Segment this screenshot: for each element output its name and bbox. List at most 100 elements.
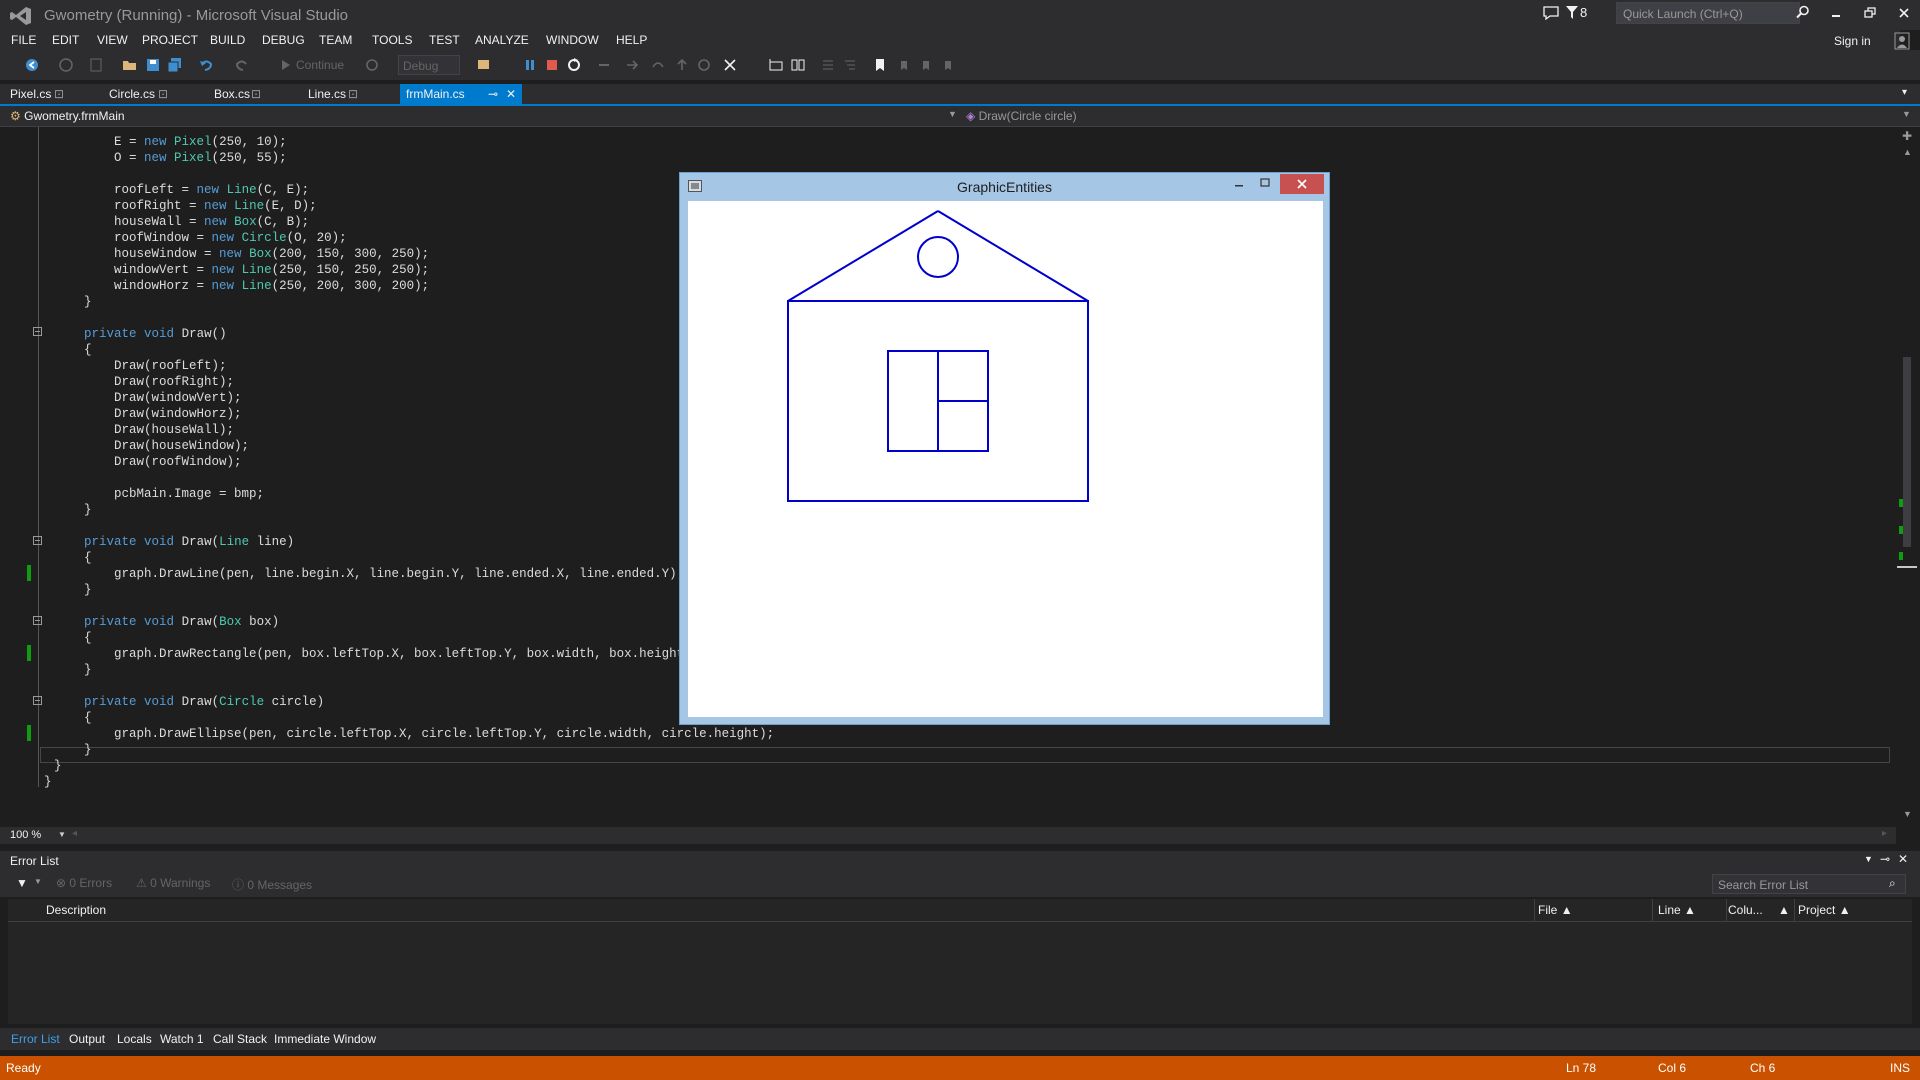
code-line[interactable]: roofLeft = new Line(C, E); xyxy=(54,183,309,197)
code-line[interactable]: private void Draw(Circle circle) xyxy=(54,695,324,709)
code-line[interactable]: windowHorz = new Line(250, 200, 300, 200… xyxy=(54,279,429,293)
continue-button-label[interactable]: Continue xyxy=(296,58,344,72)
code-line[interactable]: roofWindow = new Circle(O, 20); xyxy=(54,231,347,245)
pin-icon[interactable]: ⊡ xyxy=(54,87,64,101)
code-line[interactable]: graph.DrawLine(pen, line.begin.X, line.b… xyxy=(54,567,684,581)
tab-box-cs[interactable]: Box.cs ⊡ xyxy=(205,84,295,104)
attach-process-icon[interactable] xyxy=(476,57,492,73)
tab-output[interactable]: Output xyxy=(69,1032,105,1046)
tab-locals[interactable]: Locals xyxy=(117,1032,152,1046)
navigate-forward-icon[interactable] xyxy=(58,57,74,73)
tab-line-cs[interactable]: Line.cs ⊡ xyxy=(300,84,390,104)
notification-icon[interactable] xyxy=(1542,5,1560,21)
editor-vertical-scrollbar[interactable]: ✚ ▲ ▼ xyxy=(1896,127,1920,827)
collapse-toggle[interactable] xyxy=(33,616,42,625)
form-close-button[interactable] xyxy=(1280,174,1324,194)
minimize-icon[interactable] xyxy=(1232,177,1246,189)
new-project-icon[interactable] xyxy=(88,57,104,73)
restore-icon[interactable] xyxy=(1860,5,1880,21)
pin-icon[interactable]: ⊸ xyxy=(1880,852,1890,866)
code-line[interactable]: { xyxy=(54,631,92,645)
messages-filter-button[interactable]: ⓘ 0 Messages xyxy=(232,876,312,893)
step-out-icon[interactable] xyxy=(674,57,690,73)
graphic-entities-window[interactable]: GraphicEntities xyxy=(679,172,1330,725)
quick-launch-input[interactable]: Quick Launch (Ctrl+Q) xyxy=(1616,2,1800,24)
save-all-icon[interactable] xyxy=(167,57,183,73)
window-menu-icon[interactable]: ▼ xyxy=(1864,854,1873,864)
redo-icon[interactable] xyxy=(234,57,250,73)
account-icon[interactable] xyxy=(1894,32,1910,50)
menu-help[interactable]: HELP xyxy=(616,33,647,47)
chevron-down-icon[interactable]: ▼ xyxy=(1902,109,1911,119)
scroll-thumb[interactable] xyxy=(1903,357,1911,547)
next-bookmark-icon[interactable] xyxy=(918,57,934,73)
code-line[interactable]: } xyxy=(54,295,92,309)
code-line[interactable]: O = new Pixel(250, 55); xyxy=(54,151,287,165)
stop-debugging-icon[interactable] xyxy=(544,57,560,73)
scroll-left-icon[interactable]: ◂ xyxy=(72,828,77,839)
code-line[interactable]: } xyxy=(54,743,92,757)
close-tab-icon[interactable]: ✕ xyxy=(506,87,516,101)
zoom-level[interactable]: 100 % xyxy=(10,829,41,841)
bookmark-icon[interactable] xyxy=(872,57,888,73)
search-icon[interactable]: ⌕ xyxy=(1889,876,1896,891)
code-line[interactable]: houseWall = new Box(C, B); xyxy=(54,215,309,229)
menu-analyze[interactable]: ANALYZE xyxy=(475,33,529,47)
chevron-down-icon[interactable]: ▼ xyxy=(34,877,42,886)
comment-out-icon[interactable] xyxy=(820,57,836,73)
step-over-icon[interactable] xyxy=(650,57,666,73)
hex-display-icon[interactable] xyxy=(722,57,738,73)
column-line[interactable]: Line ▲ xyxy=(1658,903,1696,917)
split-icon[interactable]: ✚ xyxy=(1902,129,1912,143)
code-line[interactable]: } xyxy=(54,663,92,677)
code-line[interactable]: } xyxy=(54,759,62,773)
code-line[interactable]: } xyxy=(54,503,92,517)
tab-overflow-icon[interactable]: ▾ xyxy=(1902,87,1907,98)
uncomment-icon[interactable] xyxy=(842,57,858,73)
scroll-right-icon[interactable]: ▸ xyxy=(1882,828,1887,839)
menu-tools[interactable]: TOOLS xyxy=(372,33,412,47)
collapse-toggle[interactable] xyxy=(33,327,42,336)
scroll-up-icon[interactable]: ▲ xyxy=(1903,147,1912,157)
zoom-dropdown-icon[interactable]: ▼ xyxy=(58,830,66,839)
close-icon[interactable] xyxy=(1894,5,1914,21)
tab-immediate-window[interactable]: Immediate Window xyxy=(274,1032,376,1046)
refresh-icon[interactable] xyxy=(364,57,380,73)
code-line[interactable]: private void Draw(Box box) xyxy=(54,615,279,629)
menu-build[interactable]: BUILD xyxy=(210,33,245,47)
menu-edit[interactable]: EDIT xyxy=(52,33,79,47)
member-scope-dropdown[interactable]: ◈ Draw(Circle circle) xyxy=(966,109,1077,123)
code-line[interactable]: roofRight = new Line(E, D); xyxy=(54,199,317,213)
show-threads-icon[interactable] xyxy=(768,57,784,73)
clear-bookmarks-icon[interactable] xyxy=(940,57,956,73)
code-line[interactable]: Draw(houseWall); xyxy=(54,423,234,437)
form-title-bar[interactable]: GraphicEntities xyxy=(680,173,1329,200)
code-line[interactable]: windowVert = new Line(250, 150, 250, 250… xyxy=(54,263,429,277)
undo-icon[interactable] xyxy=(198,57,214,73)
open-file-icon[interactable] xyxy=(122,57,138,73)
tab-call-stack[interactable]: Call Stack xyxy=(213,1032,267,1046)
column-description[interactable]: Description xyxy=(46,903,106,917)
tab-pixel-cs[interactable]: Pixel.cs ⊡ xyxy=(0,84,98,104)
code-line[interactable]: private void Draw() xyxy=(54,327,227,341)
prev-bookmark-icon[interactable] xyxy=(896,57,912,73)
navigate-back-icon[interactable] xyxy=(24,57,40,73)
menu-team[interactable]: TEAM xyxy=(319,33,352,47)
close-icon[interactable]: ✕ xyxy=(1898,852,1908,866)
code-line[interactable]: private void Draw(Line line) xyxy=(54,535,294,549)
pin-icon[interactable]: ⊡ xyxy=(348,87,358,101)
tab-watch-1[interactable]: Watch 1 xyxy=(160,1032,204,1046)
code-line[interactable]: { xyxy=(54,343,92,357)
search-icon[interactable] xyxy=(1796,5,1810,19)
code-line[interactable]: graph.DrawRectangle(pen, box.leftTop.X, … xyxy=(54,647,699,661)
menu-test[interactable]: TEST xyxy=(429,33,460,47)
menu-debug[interactable]: DEBUG xyxy=(262,33,305,47)
code-line[interactable]: Draw(windowHorz); xyxy=(54,407,242,421)
tab-error-list[interactable]: Error List xyxy=(11,1032,60,1046)
errors-filter-button[interactable]: ⊗ 0 Errors xyxy=(56,876,112,890)
class-scope-dropdown[interactable]: ⚙ Gwometry.frmMain xyxy=(10,109,125,123)
show-next-statement-icon[interactable] xyxy=(596,57,612,73)
maximize-icon[interactable] xyxy=(1258,177,1272,189)
menu-view[interactable]: VIEW xyxy=(97,33,128,47)
tab-circle-cs[interactable]: Circle.cs ⊡ xyxy=(100,84,200,104)
